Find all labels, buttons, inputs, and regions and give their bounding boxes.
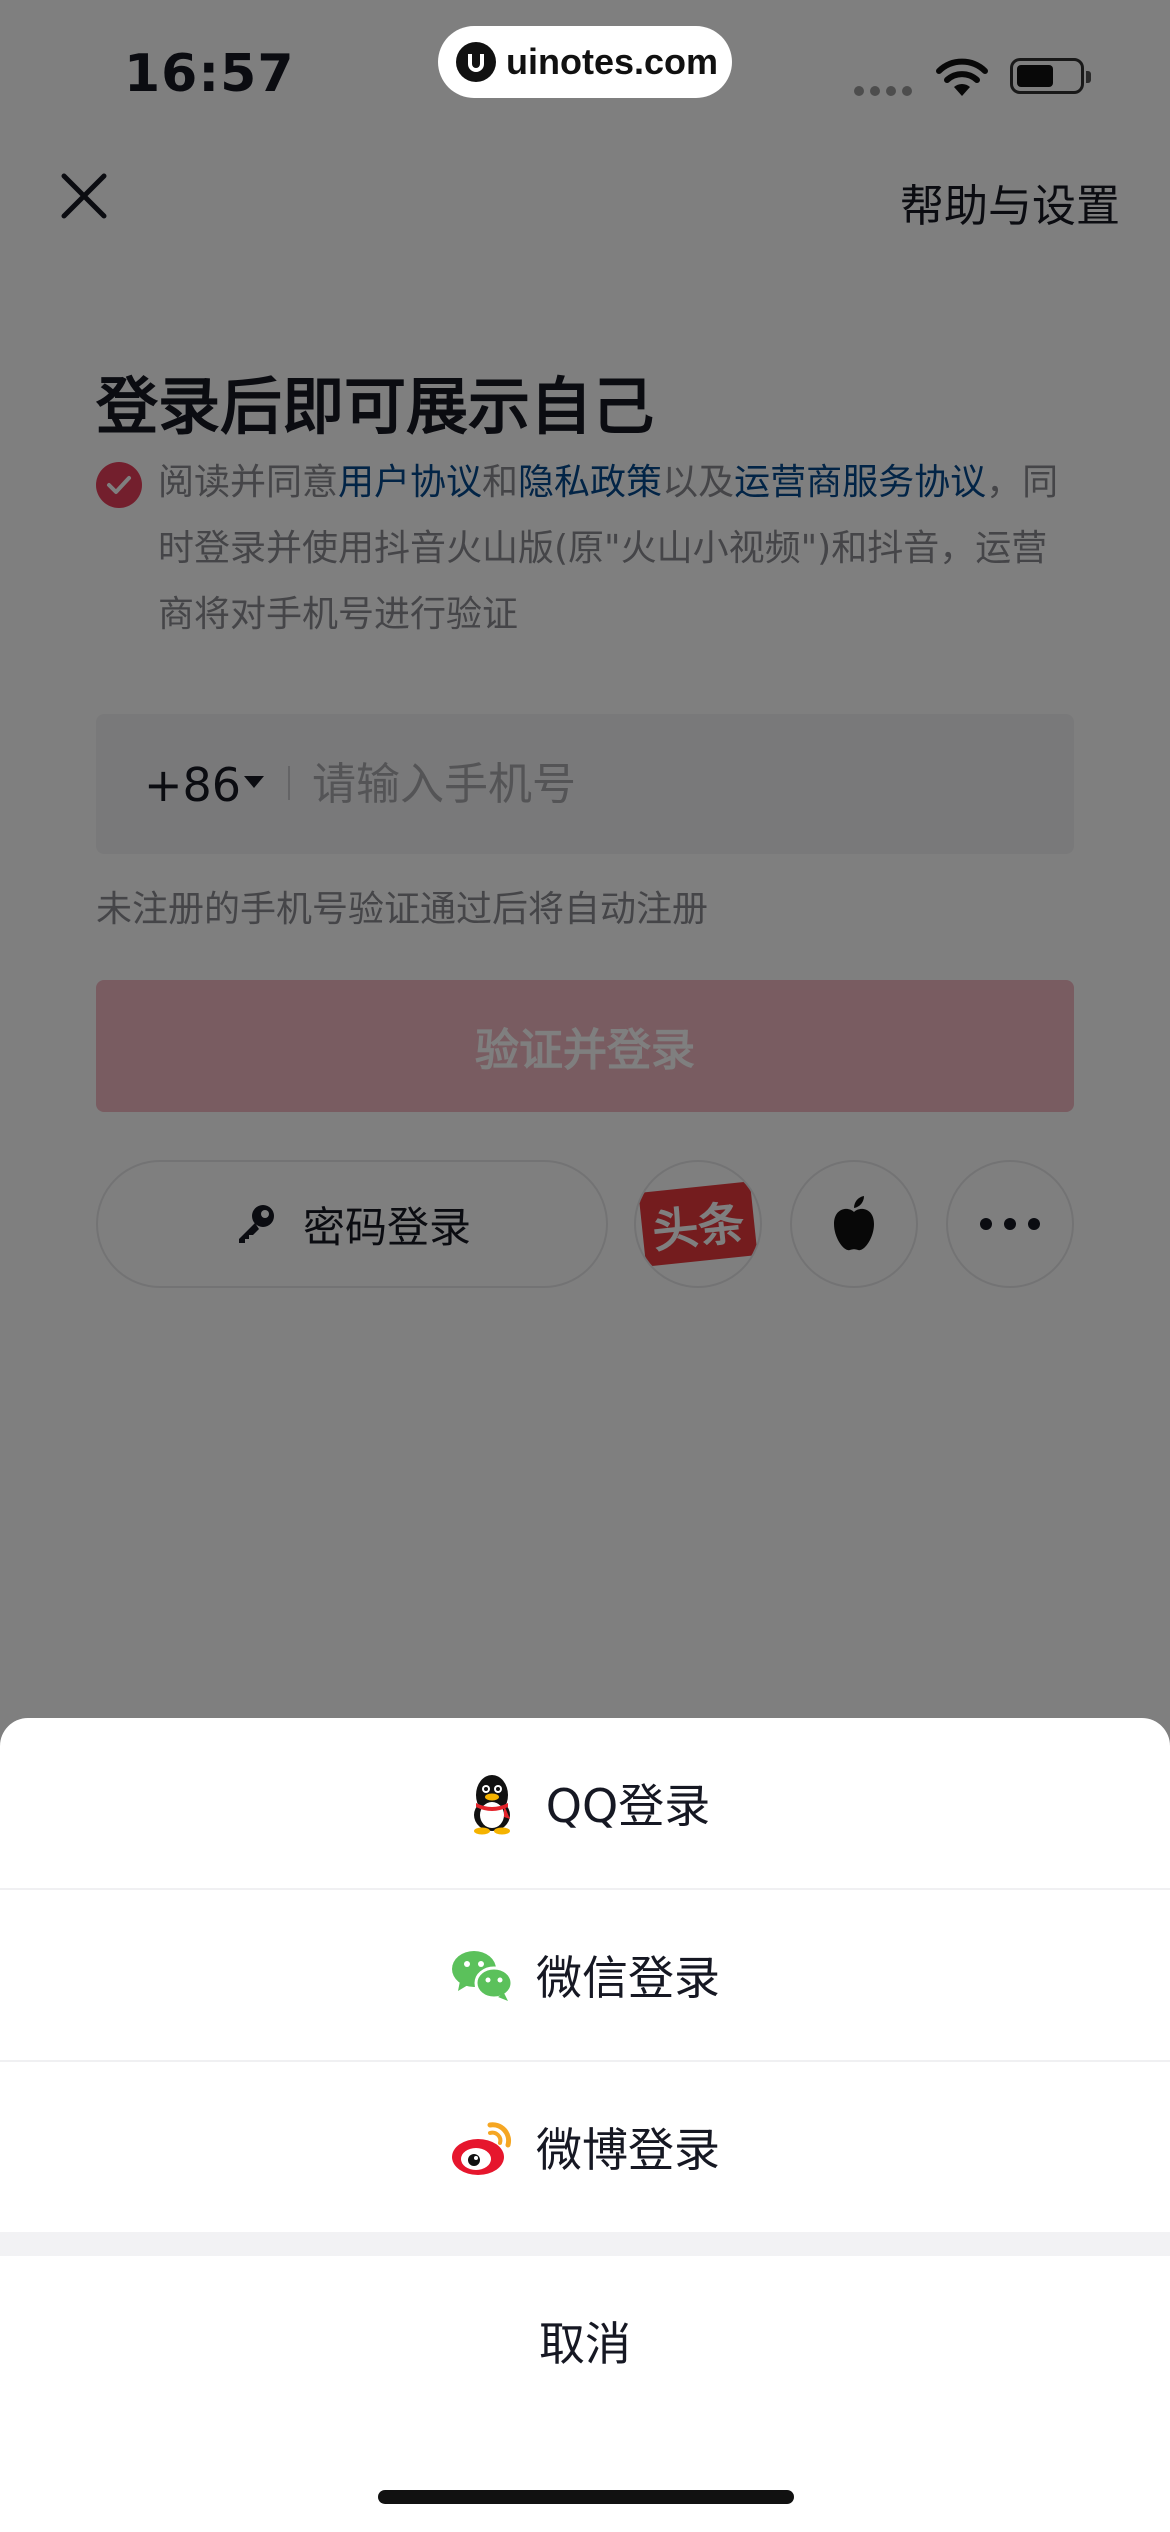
wechat-login-option[interactable]: 微信登录 (0, 1890, 1170, 2060)
watermark-badge: uinotes.com (438, 26, 732, 98)
uinotes-logo-icon (456, 42, 496, 82)
login-options-sheet: QQ登录 微信登录 微博登录 取消 (0, 1718, 1170, 2532)
weibo-icon (450, 2115, 514, 2179)
qq-penguin-icon (460, 1771, 524, 1835)
weibo-login-label: 微博登录 (536, 2123, 720, 2177)
weibo-login-option[interactable]: 微博登录 (0, 2062, 1170, 2232)
qq-login-option[interactable]: QQ登录 (0, 1718, 1170, 1888)
wechat-login-label: 微信登录 (536, 1951, 720, 2005)
qq-login-label: QQ登录 (545, 1779, 711, 1833)
home-indicator[interactable] (378, 2490, 794, 2504)
wechat-icon (450, 1943, 514, 2007)
watermark-text: uinotes.com (506, 41, 719, 82)
cancel-button[interactable]: 取消 (0, 2256, 1170, 2426)
divider (0, 2232, 1170, 2256)
